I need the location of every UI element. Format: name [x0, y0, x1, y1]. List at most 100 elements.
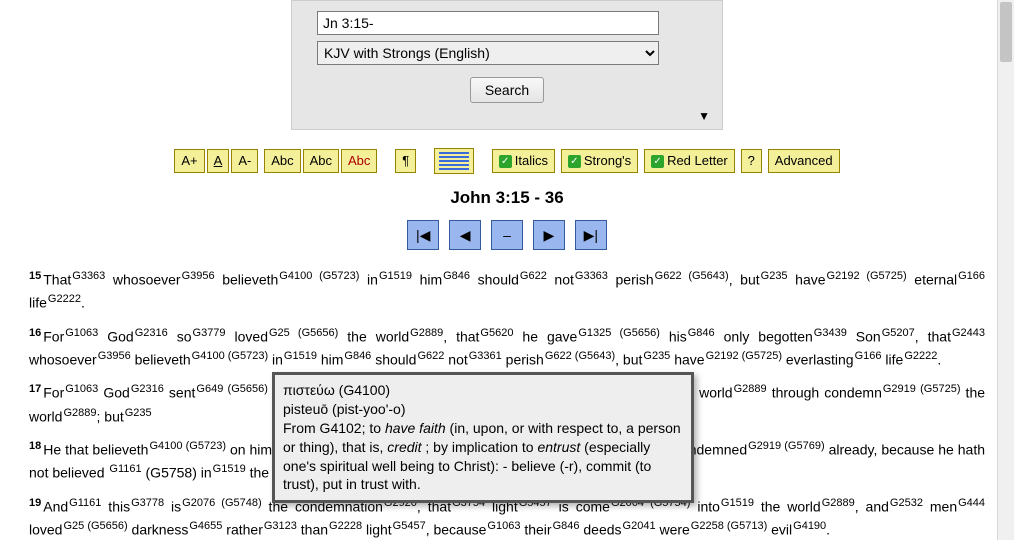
- word[interactable]: in: [197, 465, 212, 481]
- word[interactable]: evil: [767, 522, 792, 538]
- strongs-number[interactable]: G1519: [284, 350, 317, 362]
- strongs-number[interactable]: G2258 (G5713): [691, 520, 767, 532]
- justify-button[interactable]: [434, 148, 474, 174]
- strongs-number[interactable]: G2316: [131, 383, 164, 395]
- strongs-number[interactable]: G4100 (G5723): [149, 440, 226, 452]
- word[interactable]: deeds: [579, 522, 621, 538]
- strongs-number[interactable]: G4655: [189, 520, 222, 532]
- word[interactable]: the world: [754, 498, 821, 514]
- word[interactable]: , but: [615, 352, 642, 368]
- strongs-number[interactable]: G846: [443, 270, 470, 282]
- word[interactable]: is: [164, 498, 181, 514]
- strongs-number[interactable]: G1161: [109, 463, 141, 475]
- font-increase-button[interactable]: A+: [174, 149, 204, 173]
- word[interactable]: ; but: [97, 408, 124, 424]
- prev-button[interactable]: ◀: [449, 220, 481, 250]
- word[interactable]: loved: [226, 328, 268, 344]
- word[interactable]: him: [317, 352, 343, 368]
- word[interactable]: their: [520, 522, 551, 538]
- word[interactable]: only begotten: [715, 328, 813, 344]
- strongs-number[interactable]: G3956: [98, 350, 131, 362]
- strongs-number[interactable]: G444: [958, 497, 985, 509]
- strongs-number[interactable]: G5620: [480, 327, 513, 339]
- strongs-number[interactable]: G622 (G5643): [655, 270, 729, 282]
- strongs-number[interactable]: G622: [520, 270, 547, 282]
- word[interactable]: believeth: [131, 352, 191, 368]
- next-button[interactable]: ▶: [533, 220, 565, 250]
- word[interactable]: darkness: [128, 522, 189, 538]
- last-button[interactable]: ▶|: [575, 220, 607, 250]
- strongs-number[interactable]: G622: [417, 350, 444, 362]
- strongs-number[interactable]: G235: [643, 350, 670, 362]
- redletter-toggle[interactable]: ✓Red Letter: [644, 149, 735, 173]
- word[interactable]: That: [43, 272, 71, 288]
- word[interactable]: so: [168, 328, 192, 344]
- strongs-number[interactable]: G2889: [410, 327, 443, 339]
- scrollbar[interactable]: ▴: [997, 0, 1014, 540]
- font-decrease-button[interactable]: A-: [231, 149, 258, 173]
- word[interactable]: loved: [29, 522, 62, 538]
- word[interactable]: perish: [608, 272, 654, 288]
- word[interactable]: this: [101, 498, 130, 514]
- strongs-number[interactable]: G2443: [952, 327, 985, 339]
- search-input[interactable]: [317, 11, 659, 35]
- word[interactable]: He that believeth: [43, 442, 148, 458]
- strongs-number[interactable]: G3439: [814, 327, 847, 339]
- word[interactable]: should: [371, 352, 416, 368]
- strongs-number[interactable]: G2192 (G5725): [827, 270, 907, 282]
- scroll-thumb[interactable]: [1000, 2, 1012, 62]
- version-select[interactable]: KJV with Strongs (English): [317, 41, 659, 65]
- word[interactable]: whosoever: [105, 272, 180, 288]
- word[interactable]: he gave: [513, 328, 577, 344]
- strongs-number[interactable]: G846: [344, 350, 371, 362]
- word[interactable]: through: [767, 385, 820, 401]
- current-button[interactable]: –: [491, 220, 523, 250]
- word[interactable]: .: [826, 522, 830, 538]
- word[interactable]: , but: [729, 272, 760, 288]
- word[interactable]: in: [359, 272, 378, 288]
- word[interactable]: have: [788, 272, 826, 288]
- word[interactable]: in: [268, 352, 283, 368]
- strongs-number[interactable]: G649 (G5656): [196, 383, 268, 395]
- strongs-number[interactable]: G2222: [48, 293, 81, 305]
- word[interactable]: eternal: [907, 272, 957, 288]
- strongs-number[interactable]: G235: [125, 407, 152, 419]
- word[interactable]: perish: [502, 352, 544, 368]
- strongs-number[interactable]: G2919 (G5725): [883, 383, 961, 395]
- strongs-number[interactable]: G2889: [822, 497, 855, 509]
- strongs-number[interactable]: G4100 (G5723): [279, 270, 359, 282]
- strongs-number[interactable]: G3779: [193, 327, 226, 339]
- word[interactable]: light: [362, 522, 392, 538]
- word[interactable]: life: [29, 295, 47, 311]
- strongs-number[interactable]: G3778: [131, 497, 164, 509]
- word[interactable]: whosoever: [29, 352, 97, 368]
- word[interactable]: For: [43, 328, 64, 344]
- strongs-number[interactable]: G622 (G5643): [545, 350, 615, 362]
- word[interactable]: condemn: [819, 385, 882, 401]
- strongs-number[interactable]: G1325 (G5656): [578, 327, 660, 339]
- word[interactable]: (G5758): [142, 465, 197, 481]
- strongs-number[interactable]: G4100 (G5723): [192, 350, 268, 362]
- word[interactable]: , and: [855, 498, 889, 514]
- first-button[interactable]: |◀: [407, 220, 439, 250]
- search-button[interactable]: Search: [470, 77, 544, 103]
- abc-button-2[interactable]: Abc: [303, 149, 339, 173]
- word[interactable]: Son: [847, 328, 881, 344]
- strongs-number[interactable]: G1519: [213, 463, 246, 475]
- strongs-number[interactable]: G2222: [904, 350, 937, 362]
- strongs-number[interactable]: G2316: [135, 327, 168, 339]
- word[interactable]: .: [937, 352, 941, 368]
- strongs-number[interactable]: G235: [761, 270, 788, 282]
- strongs-number[interactable]: G2041: [623, 520, 656, 532]
- word[interactable]: [105, 465, 109, 481]
- strongs-number[interactable]: G3123: [264, 520, 297, 532]
- word[interactable]: have: [670, 352, 704, 368]
- strongs-number[interactable]: G846: [688, 327, 715, 339]
- advanced-button[interactable]: Advanced: [768, 149, 840, 173]
- word[interactable]: were: [656, 522, 690, 538]
- strongs-number[interactable]: G3361: [469, 350, 502, 362]
- strongs-number[interactable]: G1519: [379, 270, 412, 282]
- strongs-number[interactable]: G25 (G5656): [63, 520, 127, 532]
- word[interactable]: not: [444, 352, 467, 368]
- strongs-number[interactable]: G2192 (G5725): [706, 350, 782, 362]
